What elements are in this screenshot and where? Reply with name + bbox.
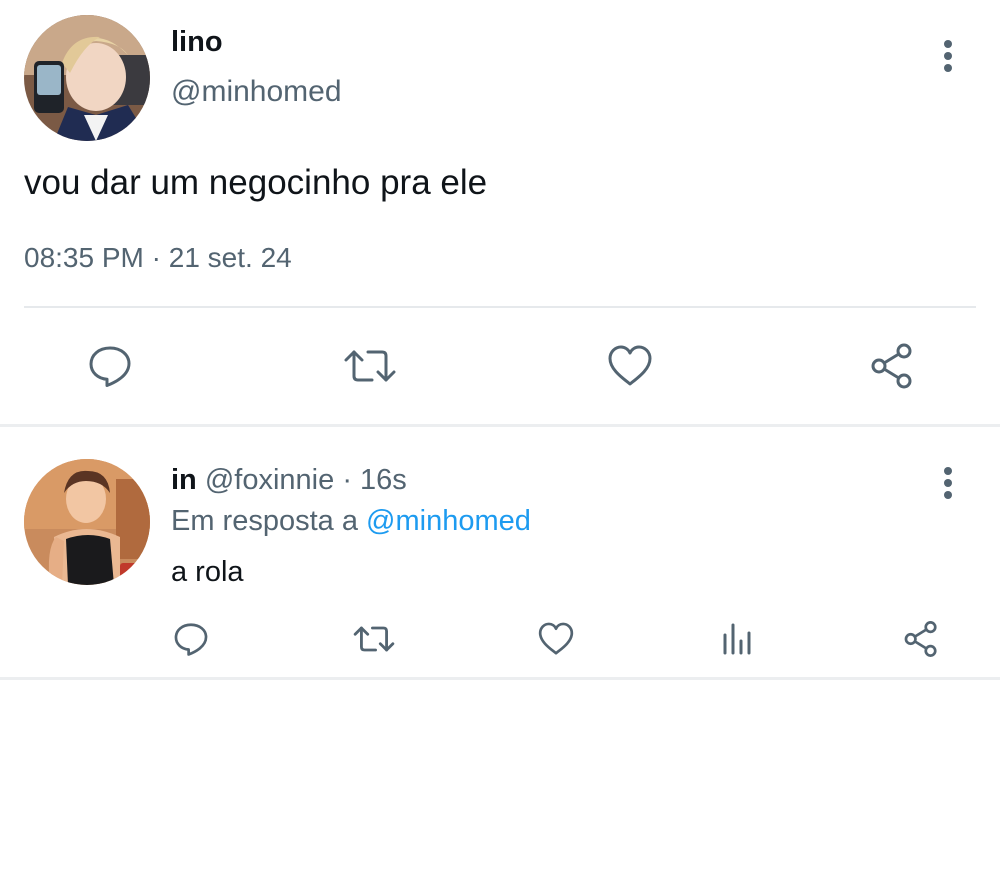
replying-to-mention[interactable]: @minhomed (366, 505, 531, 537)
bottom-divider (0, 677, 1000, 680)
reply-age: 16s (360, 464, 407, 496)
share-nodes-icon (904, 621, 937, 657)
reply-more-options-icon[interactable] (938, 463, 958, 503)
main-tweet-timestamp: 08:35 PM · 21 set. 24 (24, 242, 292, 274)
retweet-button[interactable] (342, 340, 398, 392)
bar-chart-icon (723, 623, 751, 655)
main-tweet-text: vou dar um negocinho pra ele (24, 163, 488, 202)
tweet-time: 08:35 PM (24, 242, 144, 273)
reply-separator: · (342, 464, 352, 496)
main-author-avatar[interactable] (24, 15, 150, 141)
more-options-icon[interactable] (938, 36, 958, 76)
reply-author-name[interactable]: in (171, 464, 197, 496)
reply-share-button[interactable] (900, 619, 942, 659)
reply-like-button[interactable] (536, 619, 576, 659)
reply-reply-button[interactable] (171, 619, 211, 659)
heart-icon (608, 345, 652, 386)
reply-tweet-text: a rola (171, 556, 244, 588)
reply-author-avatar[interactable] (24, 459, 150, 585)
share-nodes-icon (871, 343, 912, 389)
share-button[interactable] (866, 340, 918, 392)
heart-icon (538, 622, 574, 655)
reply-button[interactable] (84, 340, 136, 392)
retweet-arrows-icon (353, 626, 395, 652)
timestamp-separator: · (151, 242, 161, 273)
speech-bubble-icon (89, 346, 131, 387)
replying-to-line: Em resposta a @minhomed (171, 505, 531, 538)
tweet-date: 21 set. 24 (168, 242, 292, 273)
reply-author-handle[interactable]: @foxinnie (205, 464, 334, 496)
replying-to-label: Em resposta a (171, 505, 358, 537)
like-button[interactable] (604, 340, 656, 392)
main-author-handle[interactable]: @minhomed (171, 75, 342, 109)
section-divider (0, 424, 1000, 427)
divider (24, 306, 976, 308)
main-author-name[interactable]: lino (171, 26, 223, 59)
reply-retweet-button[interactable] (352, 619, 396, 659)
retweet-arrows-icon (344, 350, 396, 382)
speech-bubble-icon (174, 623, 208, 656)
reply-views-button[interactable] (718, 619, 758, 659)
reply-author-line: in @foxinnie · 16s (171, 464, 407, 497)
